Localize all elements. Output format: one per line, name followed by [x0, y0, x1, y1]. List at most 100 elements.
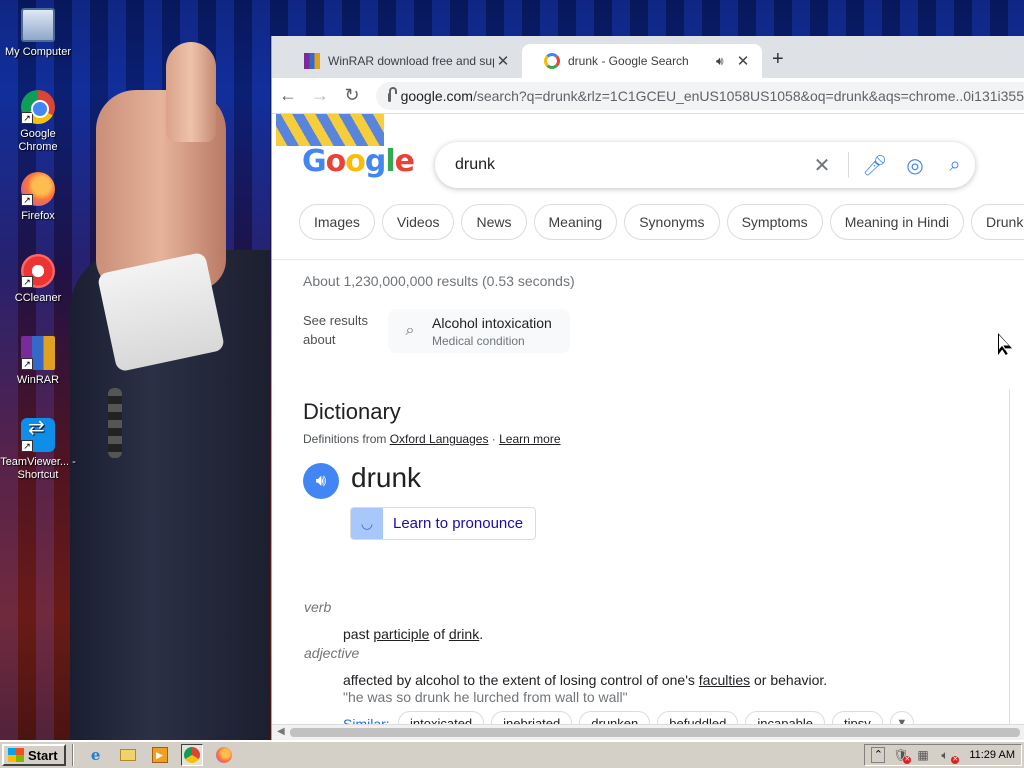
back-arrow-icon[interactable]: ←	[272, 85, 304, 106]
firefox-icon	[215, 747, 232, 763]
network-icon[interactable]: ▦	[917, 748, 933, 762]
taskbar: Start e ▶ ⌃ 🛡︎ ✕ ▦ 🔈︎ ✕ 11:29 AM	[0, 740, 1024, 768]
winrar-icon: ↗	[21, 336, 55, 370]
new-tab-button[interactable]: +	[772, 48, 784, 71]
chip-drunk-e[interactable]: Drunk E	[970, 204, 1024, 240]
dictionary-source: Definitions from Oxford Languages · Lear…	[303, 432, 561, 446]
headword: drunk	[351, 462, 422, 493]
desktop-icon-label: WinRAR	[16, 374, 60, 386]
similar-chip-tipsy[interactable]: tipsy	[832, 711, 883, 724]
address-domain: google.com	[400, 87, 473, 104]
similar-words: intoxicated inebriated drunken befuddled…	[398, 711, 914, 724]
chip-symptoms[interactable]: Symptoms	[726, 204, 823, 240]
chip-synonyms[interactable]: Synonyms	[624, 204, 720, 240]
winrar-icon	[304, 53, 320, 69]
taskbar-chrome[interactable]	[180, 744, 203, 766]
similar-chip-drunken[interactable]: drunken	[579, 711, 651, 724]
forward-arrow-icon[interactable]: →	[304, 85, 336, 106]
drink-link[interactable]: drink	[449, 626, 479, 642]
windows-logo-icon	[8, 748, 24, 762]
close-icon[interactable]: ✕	[494, 52, 512, 70]
clock[interactable]: 11:29 AM	[969, 749, 1015, 761]
desktop-icon-label: TeamViewer... - Shortcut	[0, 456, 76, 481]
chip-videos[interactable]: Videos	[381, 204, 455, 240]
similar-chip-inebriated[interactable]: inebriated	[491, 711, 573, 724]
learn-more-link[interactable]: Learn more	[499, 432, 560, 446]
chevron-up-icon[interactable]: ⌃	[871, 747, 886, 763]
entity-subtitle: Medical condition	[432, 333, 525, 348]
desktop-icon-my-computer[interactable]: My Computer	[0, 8, 76, 59]
part-of-speech-adjective: adjective	[304, 645, 360, 661]
lips-icon: ◡	[351, 508, 383, 539]
computer-icon	[21, 8, 55, 42]
chevron-down-icon[interactable]: ▼	[889, 711, 914, 724]
desktop-icon-label: Google Chrome	[18, 128, 58, 153]
chip-news[interactable]: News	[461, 204, 527, 240]
definition-text: of	[429, 626, 449, 642]
start-label: Start	[28, 747, 58, 763]
chrome-icon	[183, 747, 200, 763]
search-box[interactable]: drunk ✕ 🎤︎ ◎ ⌕	[435, 142, 975, 188]
speaker-icon[interactable]: 🔊︎	[303, 463, 339, 499]
entity-chip-alcohol-intoxication[interactable]: ⌕ Alcohol intoxication Medical condition	[388, 309, 570, 353]
tab-winrar[interactable]: WinRAR download free and support ✕	[282, 44, 522, 78]
similar-chip-incapable[interactable]: incapable	[745, 711, 826, 724]
clear-icon[interactable]: ✕	[802, 153, 842, 178]
quicklaunch-explorer[interactable]	[117, 744, 139, 766]
address-bar[interactable]: google.com/search?q=drunk&rlz=1C1GCEU_en…	[376, 81, 1024, 110]
chip-images[interactable]: Images	[299, 204, 375, 240]
speaker-icon[interactable]: 🔊︎	[716, 54, 734, 69]
google-icon	[544, 53, 560, 69]
divider	[272, 259, 1024, 260]
chip-meaning[interactable]: Meaning	[533, 204, 618, 240]
lock-icon[interactable]	[388, 87, 396, 102]
desktop-icon-label: My Computer	[4, 46, 72, 58]
definition-text: affected by alcohol to the extent of los…	[343, 672, 699, 688]
start-button[interactable]: Start	[2, 744, 66, 766]
definition-adjective: affected by alcohol to the extent of los…	[343, 672, 827, 688]
taskbar-firefox[interactable]	[213, 744, 235, 766]
horizontal-scrollbar[interactable]: ◀	[272, 724, 1024, 740]
microphone-icon[interactable]: 🎤︎	[855, 153, 895, 178]
chrome-icon: ↗	[21, 90, 55, 124]
google-logo[interactable]: Google	[302, 144, 415, 179]
desktop-icon-ccleaner[interactable]: ↗ CCleaner	[0, 254, 76, 305]
desktop-icon-teamviewer[interactable]: ↗ TeamViewer... - Shortcut	[0, 418, 76, 482]
faculties-link[interactable]: faculties	[699, 672, 750, 688]
quicklaunch-media-player[interactable]: ▶	[149, 744, 171, 766]
internet-explorer-icon: e	[90, 746, 101, 764]
similar-chip-befuddled[interactable]: befuddled	[657, 711, 739, 724]
search-icon: ⌕	[405, 322, 415, 339]
wallpaper-thumb	[166, 42, 216, 142]
scroll-left-icon[interactable]: ◀	[277, 726, 285, 737]
search-input[interactable]: drunk	[455, 156, 802, 174]
result-stats: About 1,230,000,000 results (0.53 second…	[303, 273, 575, 289]
filter-chips: Images Videos News Meaning Synonyms Symp…	[299, 204, 1024, 240]
entity-name: Alcohol intoxication	[432, 314, 552, 331]
chip-meaning-in-hindi[interactable]: Meaning in Hindi	[829, 204, 964, 240]
divider	[71, 744, 74, 766]
volume-muted-icon[interactable]: 🔈︎ ✕	[941, 748, 960, 764]
oxford-languages-link[interactable]: Oxford Languages	[390, 432, 489, 446]
similar-chip-intoxicated[interactable]: intoxicated	[398, 711, 485, 724]
scrollbar-thumb[interactable]	[290, 728, 1020, 737]
teamviewer-icon: ↗	[21, 418, 55, 452]
doodle-banner[interactable]	[276, 114, 384, 146]
quicklaunch-internet-explorer[interactable]: e	[85, 744, 107, 766]
security-alert-icon[interactable]: 🛡︎ ✕	[893, 748, 912, 764]
lens-icon[interactable]: ◎	[895, 153, 935, 178]
participle-link[interactable]: participle	[373, 626, 429, 642]
learn-to-pronounce-button[interactable]: ◡ Learn to pronounce	[350, 507, 537, 540]
similar-label: Similar:	[343, 716, 390, 724]
close-icon[interactable]: ✕	[734, 52, 752, 70]
wallpaper-sleeve-buttons	[108, 388, 122, 458]
desktop-icon-winrar[interactable]: ↗ WinRAR	[0, 336, 76, 387]
part-of-speech-verb: verb	[304, 599, 332, 615]
desktop-icon-google-chrome[interactable]: ↗ Google Chrome	[0, 90, 76, 154]
search-icon[interactable]: ⌕	[935, 154, 975, 177]
definition-text: past	[343, 626, 374, 642]
tab-google-search[interactable]: drunk - Google Search 🔊︎ ✕	[522, 44, 762, 78]
reload-icon[interactable]: ↻	[336, 85, 368, 106]
ccleaner-icon: ↗	[21, 254, 55, 288]
desktop-icon-firefox[interactable]: ↗ Firefox	[0, 172, 76, 223]
